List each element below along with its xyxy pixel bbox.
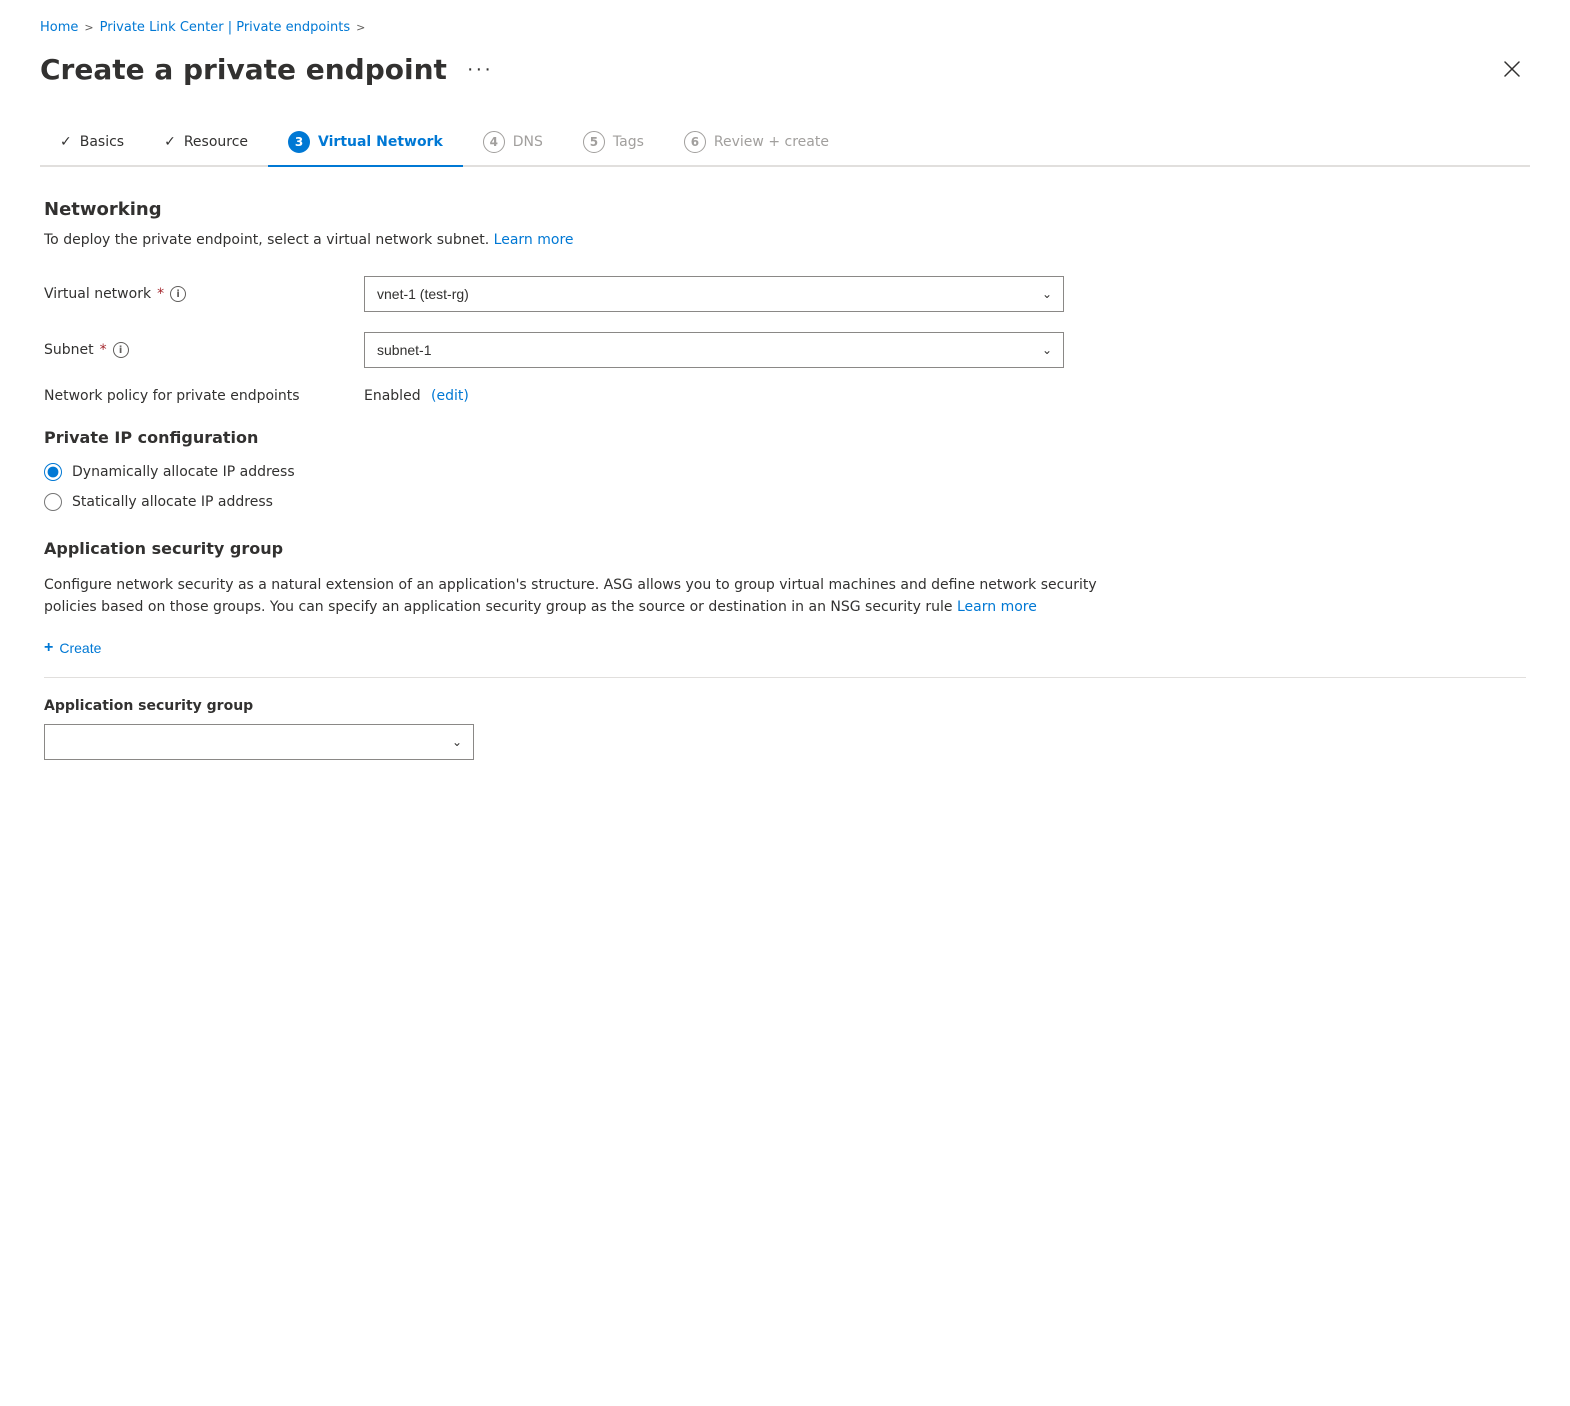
tab-circle-5: 5 [583,131,605,153]
private-ip-section: Private IP configuration Dynamically all… [44,428,1526,511]
asg-description: Configure network security as a natural … [44,574,1144,619]
static-ip-option[interactable]: Statically allocate IP address [44,493,1526,511]
close-button[interactable] [1494,51,1530,87]
networking-section: Networking To deploy the private endpoin… [44,199,1526,404]
tab-resource[interactable]: ✓ Resource [144,122,268,164]
subnet-label: Subnet * i [44,342,364,358]
network-policy-label: Network policy for private endpoints [44,388,364,404]
virtual-network-row: Virtual network * i vnet-1 (test-rg) ⌄ [44,276,1526,312]
tab-virtual-network-label: Virtual Network [318,134,443,150]
dynamic-ip-option[interactable]: Dynamically allocate IP address [44,463,1526,481]
virtual-network-control: vnet-1 (test-rg) ⌄ [364,276,1064,312]
static-ip-radio[interactable] [44,493,62,511]
tab-circle-6: 6 [684,131,706,153]
tabs-container: ✓ Basics ✓ Resource 3 Virtual Network 4 … [40,119,1530,167]
asg-select-wrapper: ⌄ [44,724,474,760]
ip-config-radio-group: Dynamically allocate IP address Statical… [44,463,1526,511]
asg-create-button[interactable]: + Create [44,639,101,657]
content-area: Networking To deploy the private endpoin… [40,199,1530,760]
subnet-control: subnet-1 ⌄ [364,332,1064,368]
networking-learn-more-link[interactable]: Learn more [494,232,574,248]
asg-create-label: Create [59,640,101,656]
asg-learn-more-link[interactable]: Learn more [957,599,1037,615]
subnet-row: Subnet * i subnet-1 ⌄ [44,332,1526,368]
tab-basics[interactable]: ✓ Basics [40,122,144,164]
subnet-select[interactable]: subnet-1 [364,332,1064,368]
asg-separator [44,677,1526,678]
asg-section-title: Application security group [44,539,1526,558]
subnet-required: * [100,342,107,358]
static-ip-label: Statically allocate IP address [72,494,273,510]
tab-review-create-label: Review + create [714,134,829,150]
page-title: Create a private endpoint [40,53,447,86]
tab-tags-label: Tags [613,134,644,150]
page-header: Create a private endpoint ··· [40,51,1530,87]
dynamic-ip-label: Dynamically allocate IP address [72,464,295,480]
subnet-select-wrapper: subnet-1 ⌄ [364,332,1064,368]
subnet-info-icon[interactable]: i [113,342,129,358]
networking-section-title: Networking [44,199,1526,220]
virtual-network-select-wrapper: vnet-1 (test-rg) ⌄ [364,276,1064,312]
plus-icon: + [44,639,53,657]
virtual-network-label: Virtual network * i [44,286,364,302]
private-ip-section-title: Private IP configuration [44,428,1526,447]
breadcrumb-private-link[interactable]: Private Link Center | Private endpoints [100,20,350,35]
network-policy-row: Network policy for private endpoints Ena… [44,388,1526,404]
tab-dns-label: DNS [513,134,543,150]
network-policy-value: Enabled (edit) [364,388,469,404]
asg-section: Application security group Configure net… [44,539,1526,760]
asg-sub-label: Application security group [44,698,1526,714]
virtual-network-required: * [157,286,164,302]
tab-review-create[interactable]: 6 Review + create [664,119,849,167]
tab-dns[interactable]: 4 DNS [463,119,563,167]
check-icon-basics: ✓ [60,134,72,150]
network-policy-edit-link[interactable]: (edit) [431,388,469,404]
close-icon [1504,61,1520,77]
breadcrumb-home[interactable]: Home [40,20,78,35]
page-title-area: Create a private endpoint ··· [40,53,501,86]
networking-section-description: To deploy the private endpoint, select a… [44,232,1526,248]
tab-basics-label: Basics [80,134,124,150]
virtual-network-select[interactable]: vnet-1 (test-rg) [364,276,1064,312]
tab-virtual-network[interactable]: 3 Virtual Network [268,119,463,167]
breadcrumb-separator-2: > [356,21,365,34]
dynamic-ip-radio[interactable] [44,463,62,481]
more-options-button[interactable]: ··· [459,54,501,85]
tab-resource-label: Resource [184,134,248,150]
virtual-network-info-icon[interactable]: i [170,286,186,302]
asg-select[interactable] [44,724,474,760]
tab-tags[interactable]: 5 Tags [563,119,664,167]
tab-circle-3: 3 [288,131,310,153]
breadcrumb-separator-1: > [84,21,93,34]
breadcrumb: Home > Private Link Center | Private end… [40,20,1530,35]
tab-circle-4: 4 [483,131,505,153]
check-icon-resource: ✓ [164,134,176,150]
